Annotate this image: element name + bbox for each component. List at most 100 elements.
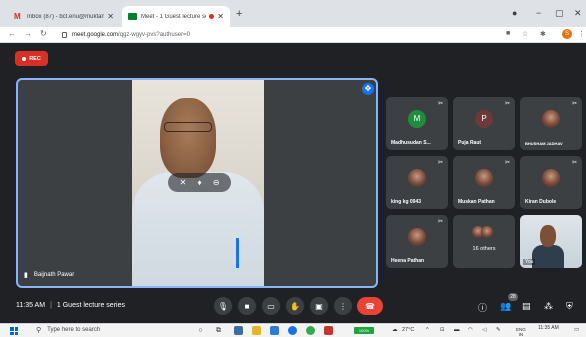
participant-tile[interactable]: ✂ Muskan Pathan	[453, 156, 515, 209]
speaking-mic-icon: ▮	[24, 272, 28, 279]
speaker-name: Baijnath Pawar	[33, 272, 75, 278]
participant-tile[interactable]: ✂ BHUSHAM JADHAV	[520, 97, 582, 150]
bookmark-star-icon[interactable]: ☆	[522, 30, 528, 38]
participant-tile[interactable]: ✂ M Madhusudan S...	[386, 97, 448, 150]
tab-meet[interactable]: Meet - 1 Guest lecture series ✕	[122, 6, 230, 27]
meeting-title: 1 Guest lecture series	[56, 302, 125, 309]
muted-mic-icon: ✂	[571, 160, 577, 166]
muted-mic-icon: ✂	[437, 219, 443, 225]
muted-mic-icon: ✂	[504, 160, 510, 166]
host-controls-icon[interactable]: ⛨	[566, 301, 573, 312]
camera-button[interactable]: ■	[238, 297, 256, 315]
close-tab-icon[interactable]: ✕	[217, 12, 224, 21]
activities-icon[interactable]: ⁂	[544, 301, 553, 312]
divider: |	[50, 302, 52, 309]
participant-name: BHUSHAM JADHAV	[525, 141, 563, 146]
self-tile[interactable]: You	[520, 215, 582, 268]
others-avatars	[472, 226, 493, 238]
menu-icon[interactable]: ⋮	[578, 30, 585, 38]
people-icon[interactable]: 👥	[500, 301, 511, 312]
forward-button[interactable]: →	[24, 29, 32, 38]
meeting-info: 11:35 AM | 1 Guest lecture series	[16, 302, 125, 309]
more-options-button[interactable]: ⋮	[334, 297, 352, 315]
store-icon[interactable]	[234, 326, 243, 335]
word-icon[interactable]	[270, 326, 279, 335]
app-icon[interactable]	[324, 326, 333, 335]
taskbar-search[interactable]: ⚲ Type here to search	[36, 326, 100, 334]
recording-indicator-icon	[209, 14, 215, 19]
present-button[interactable]: ▣	[310, 297, 328, 315]
raise-hand-button[interactable]: ✋	[286, 297, 304, 315]
tile-hover-controls: ✕ ♦ ⊖	[168, 173, 231, 192]
extensions-icon[interactable]: ✱	[540, 30, 546, 38]
mic-icon[interactable]: ♦	[197, 178, 201, 187]
tab-search-icon[interactable]: ●	[512, 8, 517, 18]
gmail-icon: M	[14, 12, 21, 21]
cortana-icon[interactable]: ○	[196, 326, 205, 335]
chrome-icon[interactable]	[306, 326, 315, 335]
taskbar-clock[interactable]: 11:35 AM	[538, 325, 559, 331]
file-explorer-icon[interactable]	[252, 326, 261, 335]
others-count: 16 others	[472, 246, 496, 252]
close-window-button[interactable]: ✕	[574, 8, 582, 19]
tab-gmail[interactable]: M Inbox (87) - bct.enu@muktanan... ✕	[8, 6, 120, 27]
meeting-details-icon[interactable]: ⓘ	[478, 301, 487, 314]
main-speaker-tile[interactable]: ✕ ♦ ⊖ ✥ ▮ Baijnath Pawar	[16, 78, 378, 288]
muted-mic-icon: ✂	[504, 101, 510, 107]
remove-icon[interactable]: ⊖	[213, 178, 220, 187]
address-bar[interactable]: meet.google.com /qgz-wgyv-pvs?authuser=0	[62, 29, 492, 41]
profile-avatar[interactable]: S	[562, 29, 572, 39]
avatar	[542, 110, 560, 128]
camera-in-use-icon[interactable]: ■	[506, 30, 510, 37]
new-tab-button[interactable]: +	[236, 8, 242, 20]
pin-icon[interactable]: ✥	[362, 83, 374, 95]
mic-off-icon[interactable]: ✕	[180, 178, 187, 187]
self-label: You	[523, 259, 536, 265]
speaker-head	[160, 98, 216, 178]
edge-icon[interactable]	[288, 326, 297, 335]
pen-icon[interactable]: ✎	[496, 327, 501, 333]
participant-tile[interactable]: ✂ Heena Pathan	[386, 215, 448, 268]
search-icon: ⚲	[36, 327, 42, 334]
participant-name: king kg 0943	[391, 199, 422, 205]
task-view-icon[interactable]: ⧉	[214, 326, 223, 335]
volume-icon[interactable]: ◁	[482, 327, 486, 333]
close-tab-icon[interactable]: ✕	[107, 12, 114, 21]
reload-button[interactable]: ↻	[40, 29, 47, 38]
wifi-icon[interactable]: ◠	[468, 327, 473, 333]
lock-icon	[62, 32, 67, 38]
captions-button[interactable]: ▭	[262, 297, 280, 315]
minimize-button[interactable]: −	[536, 8, 541, 18]
participant-tile[interactable]: ✂ king kg 0943	[386, 156, 448, 209]
participant-name: Muskan Pathan	[458, 199, 495, 205]
network-icon[interactable]: ⊡	[440, 327, 445, 333]
notifications-icon[interactable]: ▭	[574, 327, 579, 333]
tab-title: Inbox (87) - bct.enu@muktanan...	[27, 13, 105, 20]
windows-taskbar: ⚲ Type here to search ○ ⧉ 100% ☁ 27°C ^ …	[0, 323, 586, 337]
avatar	[481, 226, 493, 238]
speaker-pen	[236, 238, 239, 268]
maximize-button[interactable]: ▢	[555, 8, 564, 19]
battery-indicator[interactable]: 100%	[354, 327, 374, 334]
participant-tile[interactable]: ✂ P Puja Raut	[453, 97, 515, 150]
windows-start-icon[interactable]	[10, 327, 18, 335]
others-tile[interactable]: 16 others	[453, 215, 515, 268]
weather-icon[interactable]: ☁	[392, 327, 398, 333]
recording-badge: REC	[15, 51, 48, 66]
participant-name: Heena Pathan	[391, 258, 425, 264]
avatar	[408, 228, 426, 246]
participant-name: Puja Raut	[458, 140, 482, 146]
browser-toolbar: ← → ↻ meet.google.com /qgz-wgyv-pvs?auth…	[0, 27, 586, 43]
microphone-button[interactable]: 🎙	[214, 297, 232, 315]
temperature[interactable]: 27°C	[402, 327, 414, 333]
back-button[interactable]: ←	[8, 29, 16, 38]
camera-tray-icon[interactable]: ▬	[454, 327, 460, 333]
url-path: /qgz-wgyv-pvs?authuser=0	[118, 32, 190, 38]
tab-title: Meet - 1 Guest lecture series	[141, 13, 206, 20]
chat-icon[interactable]: ▤	[522, 301, 531, 312]
language-indicator[interactable]: ENG IN	[516, 327, 526, 337]
participant-tile[interactable]: ✂ Kiran Dubole	[520, 156, 582, 209]
search-placeholder: Type here to search	[47, 327, 101, 333]
leave-call-button[interactable]: ☎	[357, 297, 383, 315]
chevron-up-icon[interactable]: ^	[426, 327, 429, 333]
